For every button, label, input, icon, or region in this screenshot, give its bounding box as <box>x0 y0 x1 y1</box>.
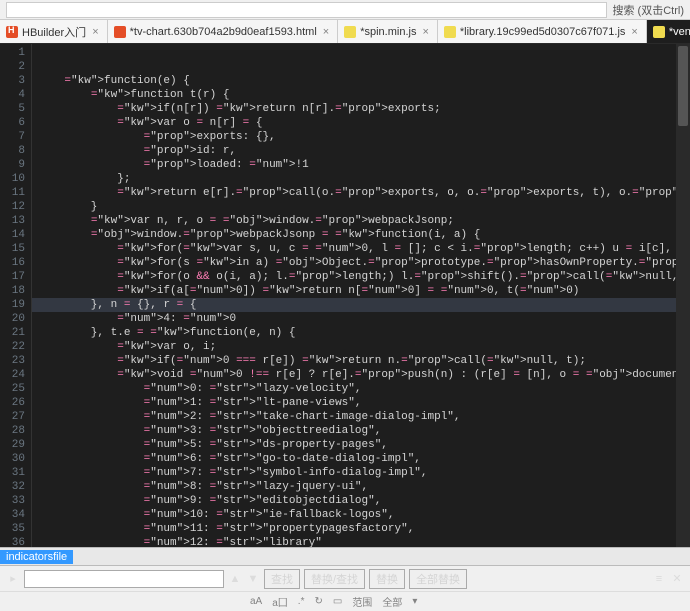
find-next-icon[interactable]: ▼ <box>246 572 260 586</box>
code-line[interactable]: ="prop">loaded: ="num">!1 <box>32 158 690 172</box>
code-area[interactable]: ="kw">function(e) { ="kw">function t(r) … <box>32 44 690 547</box>
code-line[interactable]: }, n = {}, r = { <box>32 298 690 312</box>
code-line[interactable]: ="kw">if(n[r]) ="kw">return n[r].="prop"… <box>32 102 690 116</box>
code-line[interactable]: ="prop">id: r, <box>32 144 690 158</box>
code-line[interactable]: ="num">4: ="num">0 <box>32 312 690 326</box>
top-search-hint: 搜索 (双击Ctrl) <box>613 2 685 18</box>
tab-2[interactable]: *spin.min.js × <box>338 20 438 43</box>
code-line[interactable]: }, t.e = ="kw">function(e, n) { <box>32 326 690 340</box>
find-menu-icon[interactable]: ≡ <box>652 572 666 586</box>
tab-file-icon <box>6 26 18 38</box>
code-line[interactable]: ="num">10: ="str">"ie-fallback-logos", <box>32 508 690 522</box>
vertical-scrollbar[interactable] <box>676 44 690 547</box>
code-line[interactable]: ="obj">window.="prop">webpackJsonp = ="k… <box>32 228 690 242</box>
code-line[interactable]: ="num">12: ="str">"library" <box>32 536 690 547</box>
opt-scope-label[interactable]: 范围 <box>352 594 372 609</box>
tab-close-icon[interactable]: × <box>631 26 637 38</box>
code-line[interactable]: ="num">7: ="str">"symbol-info-dialog-imp… <box>32 466 690 480</box>
tab-label: *vendors.fd8604c09abed9f6643a.js <box>669 26 690 38</box>
find-button[interactable]: 查找 <box>264 569 300 589</box>
tab-label: *tv-chart.630b704a2b9d0eaf1593.html <box>130 26 317 38</box>
code-line[interactable]: ="num">1: ="str">"lt-pane-views", <box>32 396 690 410</box>
find-options-bar: aA a囗 .* ↻ ▭ 范围 全部 ▾ <box>0 591 690 611</box>
tab-0[interactable]: HBuilder入门 × <box>0 20 108 43</box>
code-line[interactable]: ="num">3: ="str">"objecttreedialog", <box>32 424 690 438</box>
code-line[interactable]: ="kw">var o = n[r] = { <box>32 116 690 130</box>
top-search-input[interactable] <box>6 2 607 18</box>
code-line[interactable]: ="num">9: ="str">"editobjectdialog", <box>32 494 690 508</box>
tab-close-icon[interactable]: × <box>92 26 98 38</box>
opt-dropdown-icon[interactable]: ▾ <box>412 596 417 607</box>
code-line[interactable]: }; <box>32 172 690 186</box>
code-line[interactable]: ="num">5: ="str">"ds-property-pages", <box>32 438 690 452</box>
opt-word-icon[interactable]: a囗 <box>272 594 288 609</box>
top-search-bar: 搜索 (双击Ctrl) <box>0 0 690 20</box>
code-line[interactable]: ="kw">if(a[="num">0]) ="kw">return n[="n… <box>32 284 690 298</box>
code-line[interactable]: ="kw">function(e) { <box>32 74 690 88</box>
code-line[interactable]: ="kw">for(o && o(i, a); l.="prop">length… <box>32 270 690 284</box>
line-gutter: 1234567891011121314151617181920212223242… <box>0 44 32 547</box>
find-input[interactable] <box>24 570 224 588</box>
scrollbar-thumb[interactable] <box>678 46 688 126</box>
tab-close-icon[interactable]: × <box>323 26 329 38</box>
code-line[interactable]: ="num">11: ="str">"propertypagesfactory"… <box>32 522 690 536</box>
code-line[interactable]: ="num">2: ="str">"take-chart-image-dialo… <box>32 410 690 424</box>
find-replace-bar: ▸ ▲ ▼ 查找 替换/查找 替换 全部替换 ≡ ✕ <box>0 565 690 591</box>
code-line[interactable]: ="num">8: ="str">"lazy-jquery-ui", <box>32 480 690 494</box>
tab-4[interactable]: *vendors.fd8604c09abed9f6643a.js× <box>647 20 690 43</box>
tab-file-icon <box>344 26 356 38</box>
opt-regex-icon[interactable]: .* <box>298 596 305 607</box>
find-prev-icon[interactable]: ▲ <box>228 572 242 586</box>
opt-case-icon[interactable]: aA <box>250 596 262 607</box>
opt-all-label[interactable]: 全部 <box>382 594 402 609</box>
code-line[interactable]: } <box>32 200 690 214</box>
tab-label: HBuilder入门 <box>22 24 86 40</box>
code-line[interactable]: ="kw">function t(r) { <box>32 88 690 102</box>
tab-label: *spin.min.js <box>360 26 416 38</box>
find-close-icon[interactable]: ✕ <box>670 572 684 586</box>
tab-3[interactable]: *library.19c99ed5d0307c67f071.js × <box>438 20 647 43</box>
code-editor[interactable]: 1234567891011121314151617181920212223242… <box>0 44 690 547</box>
status-bar: indicatorsfile <box>0 547 690 565</box>
tab-file-icon <box>114 26 126 38</box>
status-file-tag[interactable]: indicatorsfile <box>0 550 73 564</box>
code-line[interactable]: ="kw">void ="num">0 !== r[e] ? r[e].="pr… <box>32 368 690 382</box>
code-line[interactable]: ="kw">var n, r, o = ="obj">window.="prop… <box>32 214 690 228</box>
code-line[interactable]: ="kw">var o, i; <box>32 340 690 354</box>
replace-button[interactable]: 替换 <box>369 569 405 589</box>
replace-all-button[interactable]: 全部替换 <box>409 569 467 589</box>
tab-file-icon <box>444 26 456 38</box>
tab-file-icon <box>653 26 665 38</box>
opt-wrap-icon[interactable]: ↻ <box>314 596 322 607</box>
code-line[interactable]: ="kw">return e[r].="prop">call(o.="prop"… <box>32 186 690 200</box>
find-toggle-icon[interactable]: ▸ <box>6 572 20 586</box>
code-line[interactable]: ="kw">for(s ="kw">in a) ="obj">Object.="… <box>32 256 690 270</box>
code-line[interactable]: ="kw">for(="kw">var s, u, c = ="num">0, … <box>32 242 690 256</box>
code-line[interactable]: ="prop">exports: {}, <box>32 130 690 144</box>
code-line[interactable]: ="num">6: ="str">"go-to-date-dialog-impl… <box>32 452 690 466</box>
opt-sel-icon[interactable]: ▭ <box>333 596 342 607</box>
code-line[interactable]: ="kw">if(="num">0 === r[e]) ="kw">return… <box>32 354 690 368</box>
tab-close-icon[interactable]: × <box>422 26 428 38</box>
tab-1[interactable]: *tv-chart.630b704a2b9d0eaf1593.html × <box>108 20 339 43</box>
editor-tabs: HBuilder入门×*tv-chart.630b704a2b9d0eaf159… <box>0 20 690 44</box>
code-line[interactable]: ="num">0: ="str">"lazy-velocity", <box>32 382 690 396</box>
tab-label: *library.19c99ed5d0307c67f071.js <box>460 26 626 38</box>
replace-find-button[interactable]: 替换/查找 <box>304 569 365 589</box>
